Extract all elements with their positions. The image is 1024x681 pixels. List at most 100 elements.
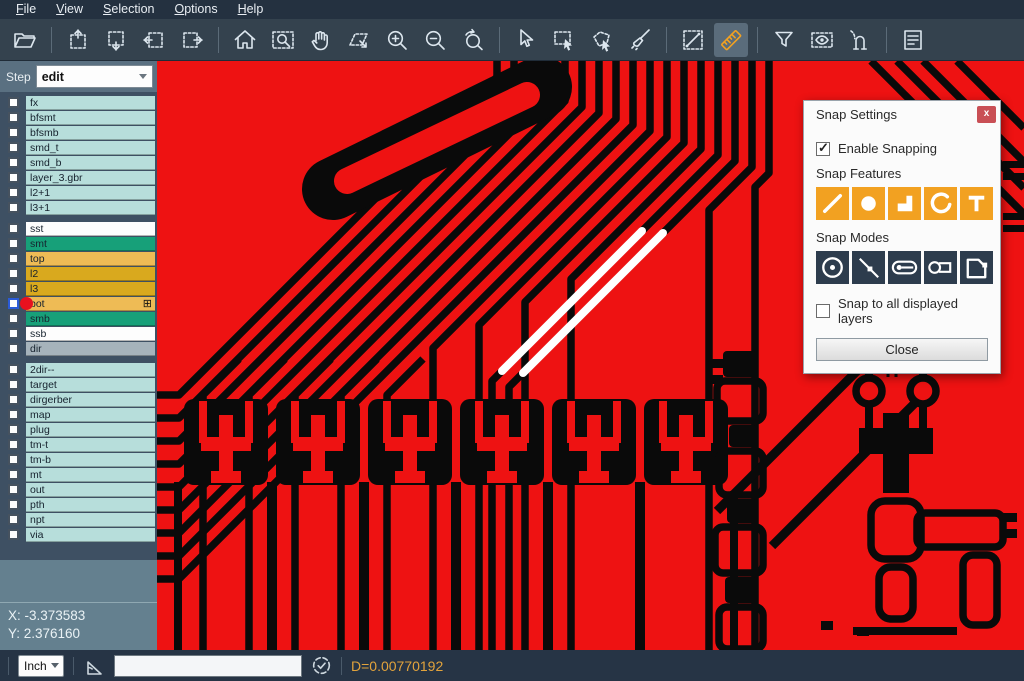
- layer-name-bot[interactable]: bot⊞: [26, 297, 155, 311]
- layer-row-map[interactable]: map: [0, 407, 157, 422]
- snap-pad-button[interactable]: [852, 187, 885, 220]
- layer-row-via[interactable]: via: [0, 527, 157, 542]
- shift-down-button[interactable]: [99, 23, 133, 57]
- layer-row-out[interactable]: out: [0, 482, 157, 497]
- menu-item-view[interactable]: View: [46, 0, 93, 19]
- layer-row-dirgerber[interactable]: dirgerber: [0, 392, 157, 407]
- layer-name-l2[interactable]: l2: [26, 267, 155, 281]
- clear-selection-button[interactable]: [623, 23, 657, 57]
- layer-name-layer_3.gbr[interactable]: layer_3.gbr: [26, 171, 155, 185]
- layer-row-tm-t[interactable]: tm-t: [0, 437, 157, 452]
- snap-all-layers-row[interactable]: Snap to all displayed layers: [816, 296, 988, 326]
- layer-visibility-checkbox[interactable]: [8, 223, 19, 234]
- pcb-canvas-area[interactable]: Snap Settings x Enable Snapping Snap Fea…: [157, 61, 1024, 650]
- layer-name-map[interactable]: map: [26, 408, 155, 422]
- report-button[interactable]: [896, 23, 930, 57]
- open-file-button[interactable]: [8, 23, 42, 57]
- shift-right-button[interactable]: [175, 23, 209, 57]
- layer-visibility-checkbox[interactable]: [8, 187, 19, 198]
- layer-row-top[interactable]: top: [0, 251, 157, 266]
- layer-visibility-checkbox[interactable]: [8, 313, 19, 324]
- layer-name-l2+1[interactable]: l2+1: [26, 186, 155, 200]
- layer-name-bfsmt[interactable]: bfsmt: [26, 111, 155, 125]
- layer-visibility-checkbox[interactable]: [8, 514, 19, 525]
- shift-up-button[interactable]: [61, 23, 95, 57]
- snap-button[interactable]: [843, 23, 877, 57]
- snap-text-button[interactable]: [960, 187, 993, 220]
- layer-row-fx[interactable]: fx: [0, 95, 157, 110]
- layer-name-bfsmb[interactable]: bfsmb: [26, 126, 155, 140]
- layer-visibility-checkbox[interactable]: [8, 343, 19, 354]
- layer-row-smb[interactable]: smb: [0, 311, 157, 326]
- measure-line-button[interactable]: [676, 23, 710, 57]
- layer-row-smd_t[interactable]: smd_t: [0, 140, 157, 155]
- layer-name-ssb[interactable]: ssb: [26, 327, 155, 341]
- layer-name-smb[interactable]: smb: [26, 312, 155, 326]
- layer-row-mt[interactable]: mt: [0, 467, 157, 482]
- layer-name-out[interactable]: out: [26, 483, 155, 497]
- layer-name-dir[interactable]: dir: [26, 342, 155, 356]
- layer-visibility-checkbox[interactable]: [8, 409, 19, 420]
- layer-row-dir[interactable]: dir: [0, 341, 157, 356]
- layer-name-l3+1[interactable]: l3+1: [26, 201, 155, 215]
- layer-name-top[interactable]: top: [26, 252, 155, 266]
- zoom-out-button[interactable]: [418, 23, 452, 57]
- layer-row-pth[interactable]: pth: [0, 497, 157, 512]
- layer-name-via[interactable]: via: [26, 528, 155, 542]
- zoom-fit-button[interactable]: [266, 23, 300, 57]
- layer-name-smd_t[interactable]: smd_t: [26, 141, 155, 155]
- shift-left-button[interactable]: [137, 23, 171, 57]
- layer-visibility-checkbox[interactable]: [8, 157, 19, 168]
- layer-visibility-checkbox[interactable]: [8, 454, 19, 465]
- snap-center-button[interactable]: [816, 251, 849, 284]
- layer-row-npt[interactable]: npt: [0, 512, 157, 527]
- layer-visibility-checkbox[interactable]: [8, 424, 19, 435]
- snap-line-button[interactable]: [816, 187, 849, 220]
- zoom-area-button[interactable]: [342, 23, 376, 57]
- layer-row-tm-b[interactable]: tm-b: [0, 452, 157, 467]
- layer-row-target[interactable]: target: [0, 377, 157, 392]
- layer-visibility-checkbox[interactable]: [8, 394, 19, 405]
- layer-name-plug[interactable]: plug: [26, 423, 155, 437]
- layer-name-mt[interactable]: mt: [26, 468, 155, 482]
- close-button[interactable]: Close: [816, 338, 988, 361]
- layer-row-layer_3.gbr[interactable]: layer_3.gbr: [0, 170, 157, 185]
- layer-visibility-checkbox[interactable]: [8, 439, 19, 450]
- pan-button[interactable]: [304, 23, 338, 57]
- snap-surface-button[interactable]: [888, 187, 921, 220]
- layer-name-sst[interactable]: sst: [26, 222, 155, 236]
- ruler-button[interactable]: [714, 23, 748, 57]
- layer-row-l3+1[interactable]: l3+1: [0, 200, 157, 215]
- layer-name-dirgerber[interactable]: dirgerber: [26, 393, 155, 407]
- menu-item-selection[interactable]: Selection: [93, 0, 164, 19]
- layer-row-ssb[interactable]: ssb: [0, 326, 157, 341]
- layer-row-l2+1[interactable]: l2+1: [0, 185, 157, 200]
- layer-name-2dir--[interactable]: 2dir--: [26, 363, 155, 377]
- unit-select[interactable]: Inch: [18, 655, 64, 677]
- filter-button[interactable]: [767, 23, 801, 57]
- step-select[interactable]: edit: [36, 65, 153, 88]
- layer-visibility-checkbox[interactable]: [8, 484, 19, 495]
- layer-visibility-checkbox[interactable]: [8, 379, 19, 390]
- enable-snapping-row[interactable]: Enable Snapping: [816, 141, 988, 156]
- layer-row-bfsmb[interactable]: bfsmb: [0, 125, 157, 140]
- show-selection-button[interactable]: [805, 23, 839, 57]
- layer-row-plug[interactable]: plug: [0, 422, 157, 437]
- layer-visibility-checkbox[interactable]: [8, 298, 19, 309]
- layer-row-smt[interactable]: smt: [0, 236, 157, 251]
- layer-name-tm-b[interactable]: tm-b: [26, 453, 155, 467]
- snap-slot-end-button[interactable]: [888, 251, 921, 284]
- layer-visibility-checkbox[interactable]: [8, 268, 19, 279]
- menu-item-options[interactable]: Options: [164, 0, 227, 19]
- dialog-title-bar[interactable]: Snap Settings x: [804, 101, 1000, 127]
- angle-icon[interactable]: [83, 655, 105, 677]
- layer-row-bot[interactable]: bot⊞: [0, 296, 157, 311]
- zoom-previous-button[interactable]: [456, 23, 490, 57]
- select-button[interactable]: [509, 23, 543, 57]
- snap-closest-button[interactable]: [852, 251, 885, 284]
- layer-name-tm-t[interactable]: tm-t: [26, 438, 155, 452]
- layer-visibility-checkbox[interactable]: [8, 529, 19, 540]
- command-input[interactable]: [114, 655, 302, 677]
- layer-visibility-checkbox[interactable]: [8, 112, 19, 123]
- layer-name-target[interactable]: target: [26, 378, 155, 392]
